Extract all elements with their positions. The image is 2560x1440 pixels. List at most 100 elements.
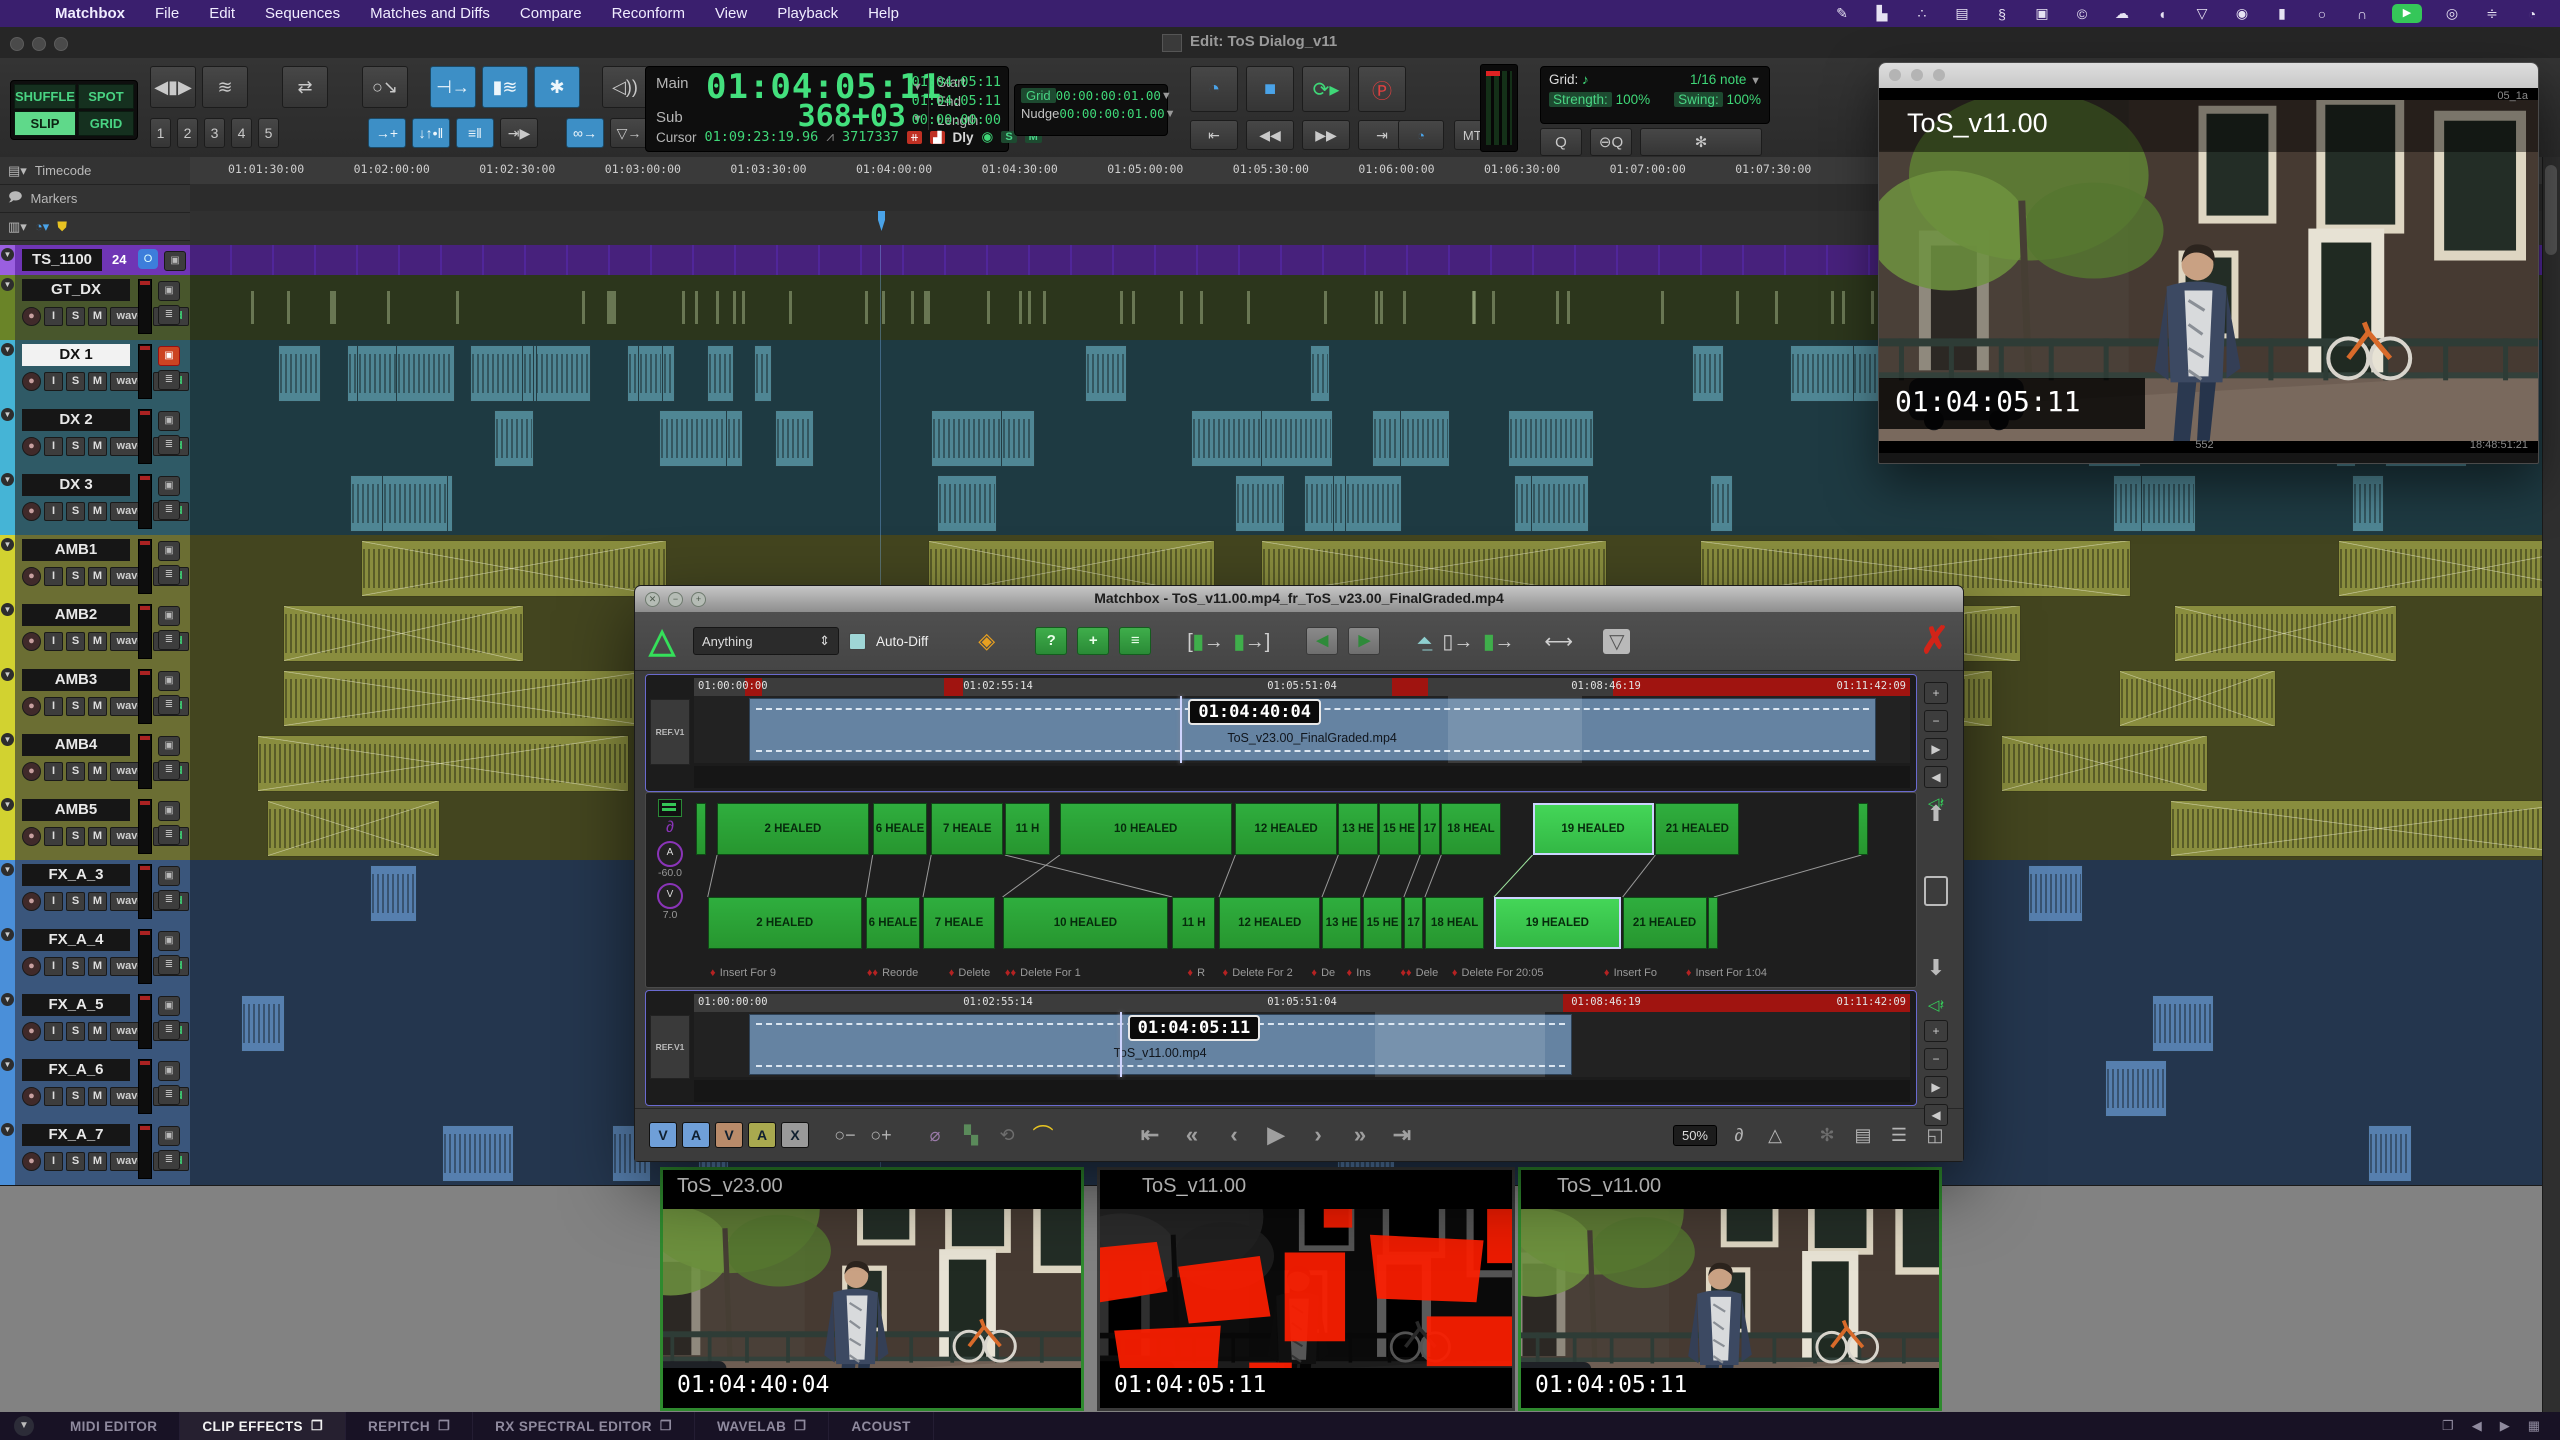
track-view-button[interactable]: ▣	[158, 476, 180, 496]
headset-status-icon[interactable]: ∩	[2352, 6, 2372, 22]
healed-segment-top[interactable]	[696, 803, 706, 855]
audio-clip[interactable]	[2001, 735, 2208, 792]
audio-clip[interactable]	[1345, 475, 1401, 532]
healed-segment-bottom[interactable]: 21 HEALED	[1623, 897, 1707, 949]
dock-list-icon[interactable]: ▦	[2528, 1418, 2540, 1434]
copyright-status-icon[interactable]: ©	[2072, 6, 2092, 22]
audio-clip[interactable]	[638, 345, 663, 402]
insertion-follows-button[interactable]: ⇥▶	[500, 118, 538, 148]
healed-segment-top[interactable]: 13 HE	[1338, 803, 1377, 855]
match-in-bracket-icon[interactable]: [▮→	[1187, 629, 1224, 654]
mute-button[interactable]: M	[88, 372, 107, 391]
match-down-arrow[interactable]: ⬇	[1927, 955, 1945, 981]
track-comments-button[interactable]: ≣	[158, 1085, 180, 1105]
nudge-value[interactable]: 00:00:00:01.00	[1059, 106, 1164, 121]
healed-segment-top[interactable]: 15 HE	[1379, 803, 1418, 855]
healed-segment-bottom[interactable]: 19 HEALED	[1494, 897, 1621, 949]
link-track-button[interactable]: ▽→	[610, 118, 648, 148]
healed-segment-bottom[interactable]: 18 HEAL	[1425, 897, 1484, 949]
track-comments-button[interactable]: ≣	[158, 305, 180, 325]
mute-button[interactable]: M	[88, 307, 107, 326]
mute-button[interactable]: M	[88, 1152, 107, 1171]
record-enable-button[interactable]: ●	[22, 892, 41, 911]
zoom-in-magnifier-icon[interactable]: ○+	[867, 1125, 895, 1146]
zoomer-tool[interactable]: ○↘	[362, 66, 408, 108]
zoom-preset-4[interactable]: 4	[231, 118, 252, 148]
clip-indicator-icon[interactable]: ⧺	[907, 131, 922, 144]
track-disclosure-icon[interactable]: ▼	[1, 408, 14, 421]
mute-button[interactable]: M	[88, 437, 107, 456]
mute-button[interactable]: M	[88, 957, 107, 976]
audio-zoom-button[interactable]: ◀▮▶	[150, 66, 196, 108]
audio-clip[interactable]	[937, 475, 997, 532]
healed-segment-bottom[interactable]: 2 HEALED	[708, 897, 862, 949]
audio-clip[interactable]	[1085, 345, 1127, 402]
fast-forward-button[interactable]: ▶▶	[1302, 120, 1350, 150]
track-disclosure-icon[interactable]: ▼	[1, 863, 14, 876]
add-match-button[interactable]: +	[1077, 627, 1109, 655]
edit-marker[interactable]: ♦ Delete	[949, 967, 990, 979]
track-header[interactable]: ▼AMB1●ISMwaveread▣≣	[0, 535, 191, 601]
track-header[interactable]: ▼FX_A_7●ISMwaveread▣≣	[0, 1120, 191, 1186]
dock-tab-wavelab[interactable]: WAVELAB❐	[695, 1412, 829, 1440]
track-name[interactable]: DX 3	[22, 474, 130, 496]
timeline-playhead[interactable]	[1120, 1012, 1122, 1077]
record-button[interactable]: Ⓟ	[1358, 66, 1406, 112]
track-comments-button[interactable]: ≣	[158, 890, 180, 910]
audio-clip[interactable]	[1531, 475, 1589, 532]
pen-status-icon[interactable]: ✎	[1832, 5, 1852, 22]
record-enable-button[interactable]: ●	[22, 697, 41, 716]
dock-tab-rx-spectral-editor[interactable]: RX SPECTRAL EDITOR❐	[473, 1412, 695, 1440]
current-timeline-panel[interactable]: REF.V101:00:00:0001:02:55:1401:05:51:040…	[645, 990, 1917, 1106]
track-view-button[interactable]: ▣	[158, 736, 180, 756]
go-last-frame-button[interactable]: ⇥	[1385, 1122, 1419, 1148]
timeline-insertion-icon[interactable]: ▟	[930, 131, 944, 144]
online-button[interactable]: ◔	[1190, 66, 1238, 112]
edit-group-icon[interactable]: ◔▾	[35, 219, 49, 235]
audio-clip[interactable]	[1235, 475, 1285, 532]
track-comments-button[interactable]: ≣	[158, 500, 180, 520]
track-header[interactable]: ▼FX_A_3●ISMwaveread▣≣	[0, 860, 191, 926]
audio-clip[interactable]	[442, 1125, 514, 1182]
healed-segment-top[interactable]: 10 HEALED	[1060, 803, 1232, 855]
match-out-bracket-icon[interactable]: ▮→]	[1234, 629, 1271, 654]
track-name[interactable]: AMB3	[22, 669, 130, 691]
audio-clip[interactable]	[241, 995, 284, 1052]
healed-segment-bottom[interactable]: 7 HEALE	[923, 897, 995, 949]
track-name[interactable]: AMB2	[22, 604, 130, 626]
healed-segment-top[interactable]: 2 HEALED	[717, 803, 869, 855]
audio-clip[interactable]	[267, 800, 440, 857]
video-gain-knob[interactable]: V	[657, 883, 683, 909]
track-list-icon[interactable]: ▥▾	[8, 219, 27, 235]
input-monitor-button[interactable]: I	[44, 697, 63, 716]
mute-button[interactable]: M	[88, 697, 107, 716]
track-view-button[interactable]: ▣	[158, 1126, 180, 1146]
edit-marker[interactable]: ♦ R	[1187, 967, 1205, 979]
track-disclosure-icon[interactable]: ▼	[1, 473, 14, 486]
track-disclosure-icon[interactable]: ▼	[1, 538, 14, 551]
solo-button[interactable]: S	[66, 827, 85, 846]
markers-icon[interactable]: 🗩	[8, 188, 22, 210]
mute-button[interactable]: M	[88, 567, 107, 586]
solo-button[interactable]: S	[66, 1022, 85, 1041]
track-header[interactable]: ▼AMB5●ISMwaveread▣≣	[0, 795, 191, 861]
edit-marker[interactable]: ♦ Delete For 20:05	[1452, 967, 1544, 979]
dots-status-icon[interactable]: ∴	[1912, 5, 1932, 22]
track-disclosure-icon[interactable]: ▼	[1, 993, 14, 1006]
battery-status-icon[interactable]: ▮	[2272, 5, 2292, 22]
audio-clip[interactable]	[1692, 345, 1724, 402]
play-fwd-button[interactable]: ▶	[1924, 738, 1948, 760]
thumbnail-diff[interactable]: ToS_v11.00 01:04:05:11	[1097, 1167, 1515, 1411]
track-name[interactable]: AMB4	[22, 734, 130, 756]
track-view-button[interactable]: ▣	[158, 281, 180, 301]
gen-mtc-icon[interactable]: ◔	[1398, 120, 1444, 150]
menu-item-reconform[interactable]: Reconform	[597, 5, 700, 22]
edit-marker[interactable]: ♦ Insert For 9	[710, 967, 776, 979]
track-header[interactable]: ▼DX 3●ISMwaveread▣≣	[0, 470, 191, 536]
audio-clip[interactable]	[2113, 475, 2142, 532]
equal-match-button[interactable]: ≡	[1119, 627, 1151, 655]
shield-status-icon[interactable]: ▽	[2192, 5, 2212, 22]
track-name[interactable]: FX_A_7	[22, 1124, 130, 1146]
viewer-zoom-level[interactable]: 50%	[1673, 1125, 1717, 1146]
track-comments-button[interactable]: ≣	[158, 565, 180, 585]
